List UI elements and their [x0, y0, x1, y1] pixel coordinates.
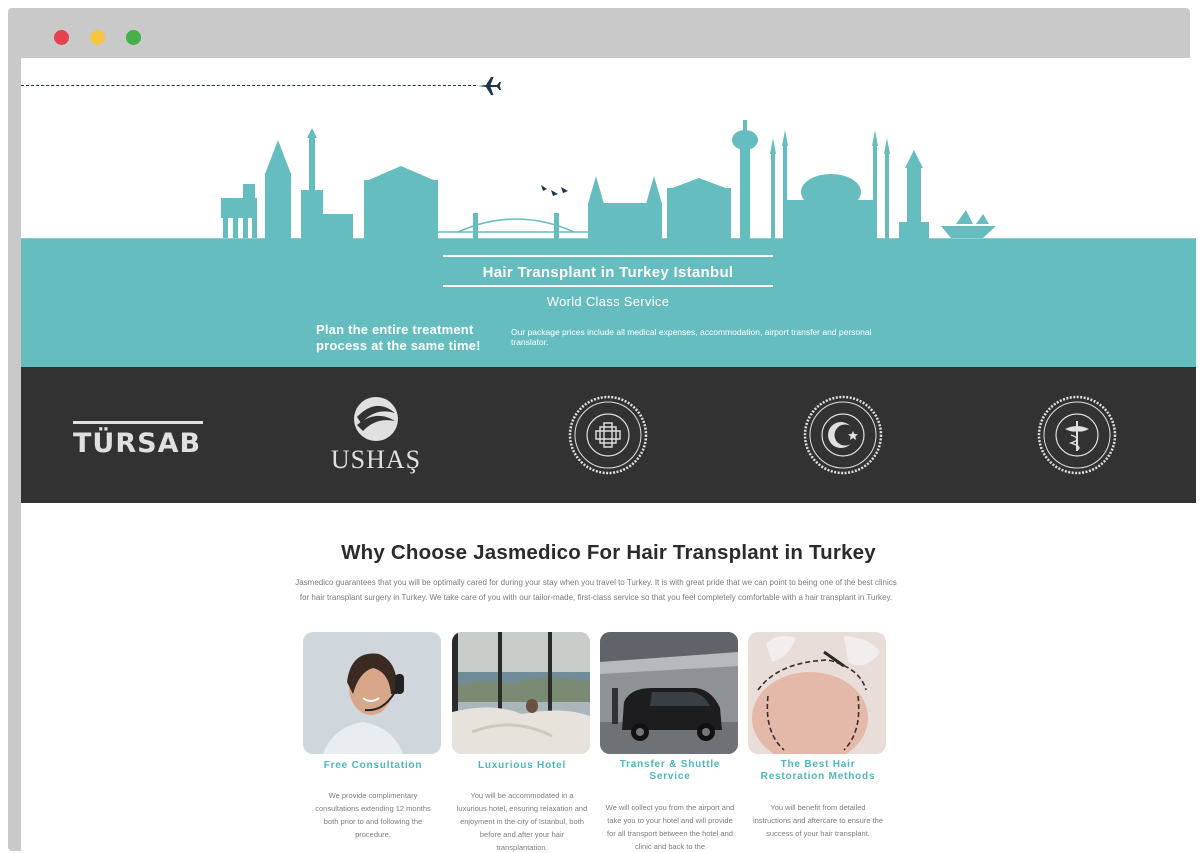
consultant-photo — [303, 632, 441, 754]
hero-package-text: Our package prices include all medical e… — [511, 327, 872, 347]
service-card-transfer-shuttle[interactable]: Transfer & Shuttle Service We will colle… — [600, 632, 740, 851]
tursab-logo: TÜRSAB — [73, 418, 205, 459]
card-title: Free Consultation — [323, 760, 423, 771]
hero-divider-bottom — [443, 285, 773, 287]
card-text: You will be accommodated in a luxurious … — [456, 791, 588, 852]
airplane-icon — [478, 77, 501, 95]
card-title: Luxurious Hotel — [477, 760, 567, 771]
card-text: We will collect you from the airport and… — [605, 803, 735, 851]
service-card-free-consultation[interactable]: Free Consultation We provide complimenta… — [303, 632, 443, 839]
window-minimize-dot[interactable] — [90, 30, 105, 45]
shuttle-van-photo — [600, 632, 738, 754]
browser-window: Hair Transplant in Turkey Istanbul World… — [8, 8, 1196, 853]
hero-divider-top — [443, 255, 773, 257]
hero-title: Hair Transplant in Turkey Istanbul — [482, 264, 734, 281]
card-text: You will benefit from detailed instructi… — [752, 803, 884, 838]
ushas-emblem-icon — [354, 397, 398, 441]
card-title: Transfer & Shuttle Service — [619, 759, 721, 782]
window-maximize-dot[interactable] — [126, 30, 141, 45]
trade-ministry-seal-icon — [803, 395, 883, 475]
window-close-dot[interactable] — [54, 30, 69, 45]
hairline-planning-photo — [748, 632, 886, 754]
why-choose-description: Jasmedico guarantees that you will be op… — [295, 578, 897, 602]
webpage-viewport: Hair Transplant in Turkey Istanbul World… — [21, 58, 1196, 853]
hero-plan-text: Plan the entire treatment process at the… — [316, 322, 481, 353]
culture-ministry-seal-icon — [568, 395, 648, 475]
hotel-room-photo — [452, 632, 590, 754]
service-card-luxurious-hotel[interactable]: Luxurious Hotel You will be accommodated… — [452, 632, 592, 852]
istanbul-skyline-illustration — [21, 120, 1196, 240]
ushas-logo: USHAŞ — [321, 393, 431, 474]
why-choose-title: Why Choose Jasmedico For Hair Transplant… — [341, 541, 876, 564]
tursab-logo-text: TÜRSAB — [73, 428, 202, 459]
service-card-restoration-methods[interactable]: The Best Hair Restoration Methods You wi… — [748, 632, 888, 838]
ushas-logo-text: USHAŞ — [330, 445, 422, 474]
hero-subtitle: World Class Service — [546, 294, 670, 309]
flight-path-line — [21, 85, 476, 86]
card-text: We provide complimentary consultations e… — [315, 791, 431, 839]
card-title: The Best Hair Restoration Methods — [760, 759, 876, 782]
health-ministry-seal-icon — [1037, 395, 1117, 475]
